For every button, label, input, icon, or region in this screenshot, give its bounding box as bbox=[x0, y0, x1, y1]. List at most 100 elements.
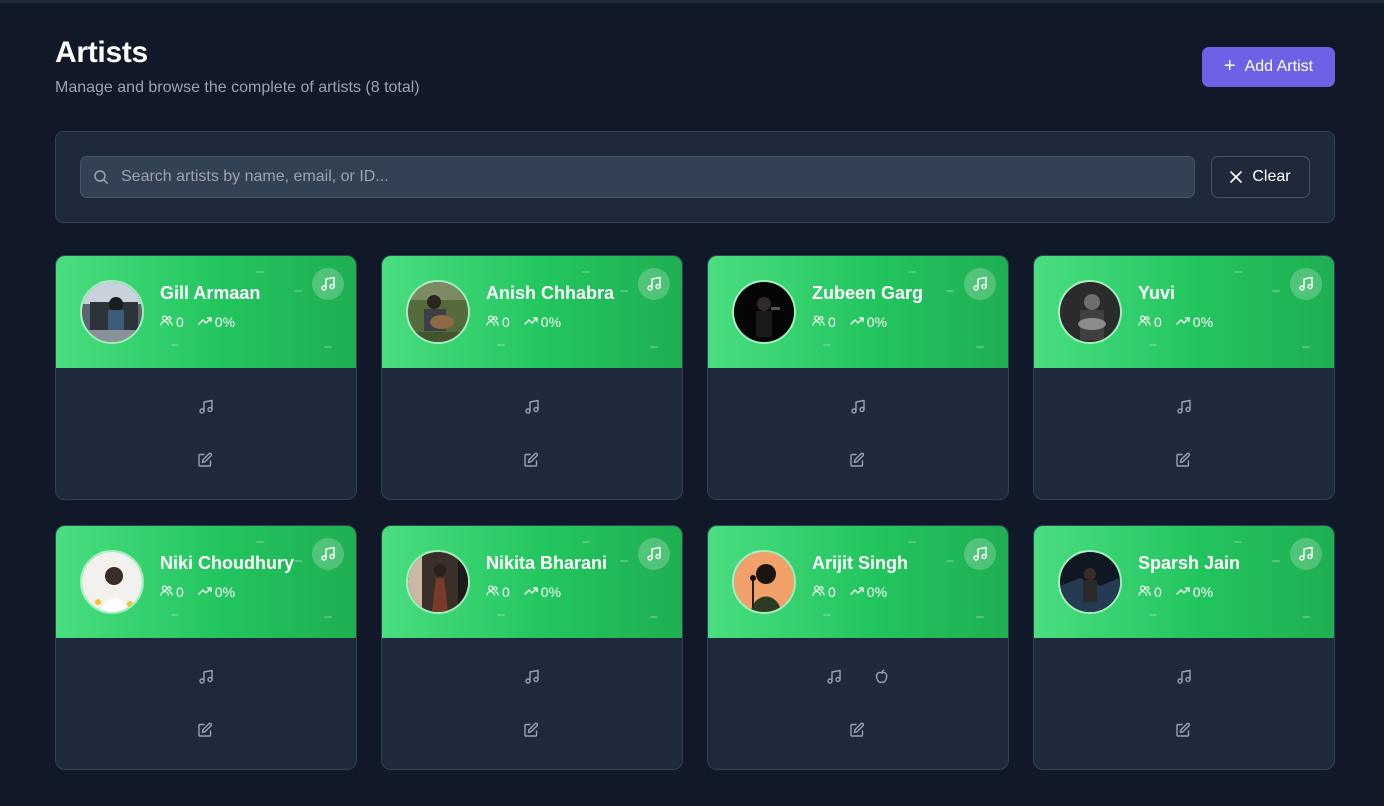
artist-card[interactable]: Zubeen Garg 0 0% bbox=[707, 255, 1009, 500]
decorative-dash bbox=[1302, 346, 1310, 348]
music-note-icon[interactable] bbox=[849, 398, 867, 416]
card-header: Yuvi 0 0% bbox=[1034, 256, 1334, 368]
apple-icon[interactable] bbox=[873, 668, 891, 686]
add-artist-button[interactable]: + Add Artist bbox=[1202, 47, 1335, 87]
music-note-icon[interactable] bbox=[1175, 668, 1193, 686]
growth-value: 0% bbox=[214, 314, 236, 330]
users-icon bbox=[1138, 584, 1151, 600]
card-body bbox=[56, 368, 356, 499]
decorative-dash bbox=[823, 614, 831, 616]
decorative-dash bbox=[908, 541, 916, 543]
followers-count: 0 bbox=[1154, 584, 1162, 600]
decorative-dash bbox=[497, 614, 505, 616]
followers-stat: 0 bbox=[160, 314, 184, 330]
avatar bbox=[732, 550, 796, 614]
edit-icon[interactable] bbox=[523, 452, 541, 470]
decorative-dash bbox=[1149, 344, 1157, 346]
artist-stats: 0 0% bbox=[1138, 314, 1227, 330]
page-header: Artists Manage and browse the complete o… bbox=[55, 36, 1335, 100]
edit-icon[interactable] bbox=[523, 722, 541, 740]
music-note-icon[interactable] bbox=[197, 668, 215, 686]
card-header: Niki Choudhury 0 0% bbox=[56, 526, 356, 638]
platform-links bbox=[1034, 398, 1334, 416]
decorative-dash bbox=[1272, 290, 1280, 292]
clear-button[interactable]: Clear bbox=[1211, 156, 1310, 198]
card-header: Sparsh Jain 0 0% bbox=[1034, 526, 1334, 638]
card-body bbox=[708, 638, 1008, 769]
artist-stats: 0 0% bbox=[812, 584, 901, 600]
decorative-dash bbox=[976, 616, 984, 618]
card-header: Nikita Bharani 0 0% bbox=[382, 526, 682, 638]
edit-icon[interactable] bbox=[849, 722, 867, 740]
card-body bbox=[1034, 638, 1334, 769]
edit-icon[interactable] bbox=[197, 722, 215, 740]
card-header: Arijit Singh 0 0% bbox=[708, 526, 1008, 638]
artist-stats: 0 0% bbox=[812, 314, 901, 330]
platform-links bbox=[56, 668, 356, 686]
decorative-dash bbox=[946, 560, 954, 562]
followers-count: 0 bbox=[1154, 314, 1162, 330]
artist-card[interactable]: Gill Armaan 0 0% bbox=[55, 255, 357, 500]
growth-stat: 0% bbox=[1176, 584, 1213, 600]
artist-card[interactable]: Arijit Singh 0 0% bbox=[707, 525, 1009, 770]
music-note-icon bbox=[1290, 268, 1322, 300]
artist-card[interactable]: Nikita Bharani 0 0% bbox=[381, 525, 683, 770]
edit-icon[interactable] bbox=[197, 452, 215, 470]
decorative-dash bbox=[324, 346, 332, 348]
artist-stats: 0 0% bbox=[160, 584, 249, 600]
music-note-icon bbox=[638, 268, 670, 300]
edit-icon[interactable] bbox=[849, 452, 867, 470]
followers-stat: 0 bbox=[1138, 584, 1162, 600]
edit-icon[interactable] bbox=[1175, 722, 1193, 740]
avatar bbox=[1058, 550, 1122, 614]
followers-count: 0 bbox=[502, 584, 510, 600]
trending-up-icon bbox=[1176, 584, 1190, 600]
trending-up-icon bbox=[198, 314, 212, 330]
decorative-dash bbox=[256, 271, 264, 273]
artist-name: Yuvi bbox=[1138, 283, 1176, 303]
music-note-icon[interactable] bbox=[825, 668, 843, 686]
decorative-dash bbox=[294, 560, 302, 562]
decorative-dash bbox=[1302, 616, 1310, 618]
decorative-dash bbox=[582, 271, 590, 273]
decorative-dash bbox=[650, 616, 658, 618]
plus-icon: + bbox=[1223, 55, 1236, 77]
artist-card[interactable]: Niki Choudhury 0 0% bbox=[55, 525, 357, 770]
followers-stat: 0 bbox=[160, 584, 184, 600]
edit-icon[interactable] bbox=[1175, 452, 1193, 470]
artist-name: Zubeen Garg bbox=[812, 283, 924, 303]
followers-stat: 0 bbox=[486, 314, 510, 330]
growth-value: 0% bbox=[214, 584, 236, 600]
decorative-dash bbox=[256, 541, 264, 543]
growth-stat: 0% bbox=[850, 584, 887, 600]
growth-value: 0% bbox=[540, 584, 562, 600]
platform-links bbox=[382, 398, 682, 416]
decorative-dash bbox=[171, 344, 179, 346]
platform-links bbox=[708, 398, 1008, 416]
music-note-icon[interactable] bbox=[197, 398, 215, 416]
platform-links bbox=[382, 668, 682, 686]
avatar bbox=[406, 280, 470, 344]
artist-name: Nikita Bharani bbox=[486, 553, 608, 573]
card-body bbox=[382, 638, 682, 769]
growth-stat: 0% bbox=[524, 584, 561, 600]
decorative-dash bbox=[823, 344, 831, 346]
followers-count: 0 bbox=[176, 584, 184, 600]
music-note-icon[interactable] bbox=[523, 398, 541, 416]
decorative-dash bbox=[1272, 560, 1280, 562]
card-header: Zubeen Garg 0 0% bbox=[708, 256, 1008, 368]
users-icon bbox=[486, 314, 499, 330]
decorative-dash bbox=[650, 346, 658, 348]
followers-stat: 0 bbox=[812, 314, 836, 330]
artist-card[interactable]: Yuvi 0 0% bbox=[1033, 255, 1335, 500]
avatar bbox=[732, 280, 796, 344]
music-note-icon bbox=[964, 268, 996, 300]
artist-card[interactable]: Sparsh Jain 0 0% bbox=[1033, 525, 1335, 770]
music-note-icon[interactable] bbox=[523, 668, 541, 686]
card-body bbox=[382, 368, 682, 499]
search-input[interactable] bbox=[121, 157, 1181, 197]
music-note-icon[interactable] bbox=[1175, 398, 1193, 416]
artist-card[interactable]: Anish Chhabra 0 0% bbox=[381, 255, 683, 500]
card-body bbox=[1034, 368, 1334, 499]
top-border bbox=[0, 0, 1384, 3]
